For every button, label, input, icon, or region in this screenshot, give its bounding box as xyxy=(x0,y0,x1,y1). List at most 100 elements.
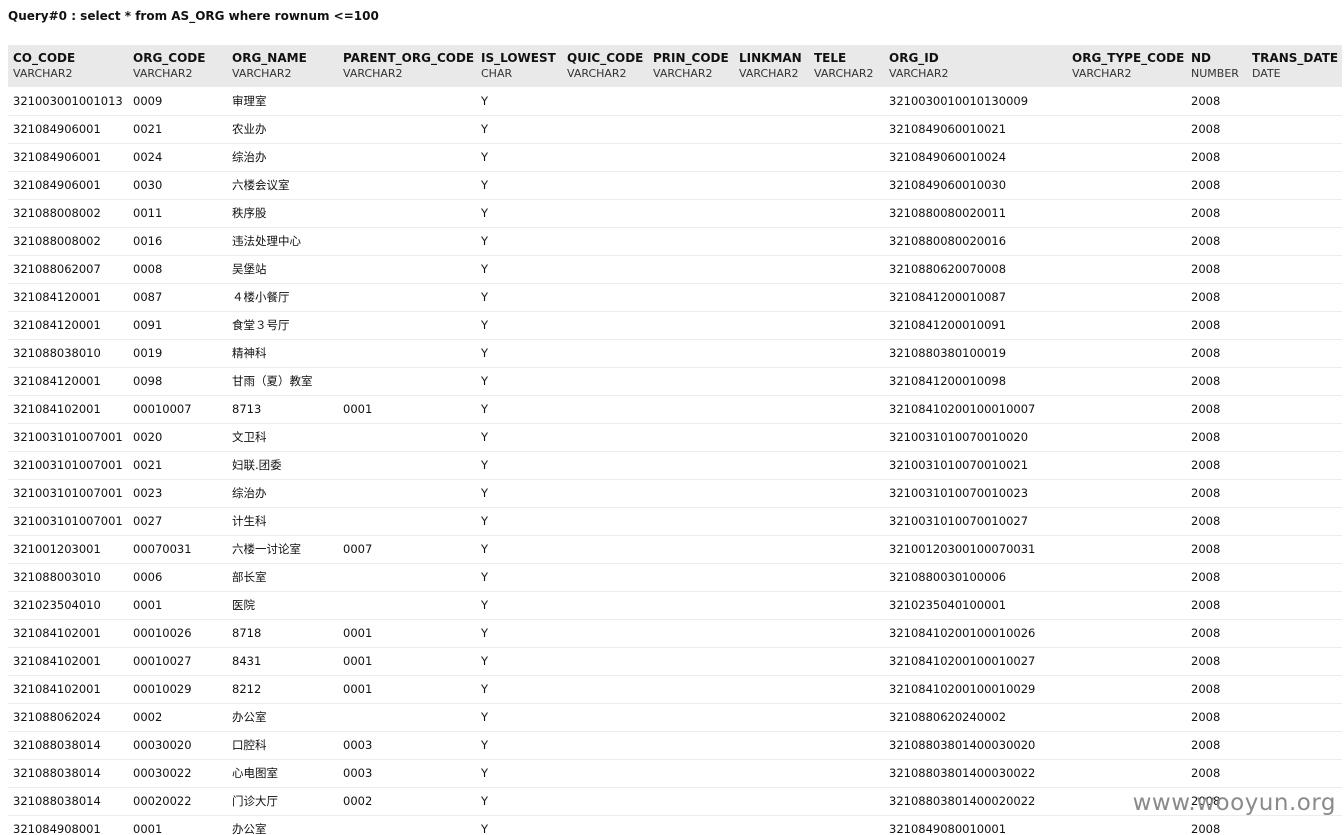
cell-org-id: 3210841200010091 xyxy=(889,318,1007,332)
table-row[interactable]: 321003001001013 0009 审理室 Y 32100300100101300… xyxy=(8,87,1342,115)
table-row[interactable]: 321001203001 00070031 六楼一讨论室 0007 Y 321001203… xyxy=(8,535,1342,563)
cell-nd: 2008 xyxy=(1191,710,1221,724)
cell-trans-date xyxy=(1247,703,1342,731)
cell-co-code: 321088038010 xyxy=(13,346,101,360)
table-body: 321003001001013 0009 审理室 Y 32100300100101300… xyxy=(8,87,1342,835)
cell-quic-code xyxy=(562,759,648,787)
column-header-linkman[interactable]: LINKMAN VARCHAR2 xyxy=(734,45,809,87)
table-row[interactable]: 321088038014 00030020 口腔科 0003 Y 321088038014… xyxy=(8,731,1342,759)
table-row[interactable]: 321003101007001 0027 计生科 Y 32100310100700100… xyxy=(8,507,1342,535)
cell-org-code: 0030 xyxy=(133,178,163,192)
cell-tele xyxy=(809,171,884,199)
cell-tele xyxy=(809,255,884,283)
column-header-org-id[interactable]: ORG_ID VARCHAR2 xyxy=(884,45,1067,87)
column-header-org-name[interactable]: ORG_NAME VARCHAR2 xyxy=(227,45,338,87)
column-header-co-code[interactable]: CO_CODE VARCHAR2 xyxy=(8,45,128,87)
column-type: NUMBER xyxy=(1191,67,1239,80)
cell-is-lowest: Y xyxy=(481,654,489,668)
cell-org-id: 3210880030100006 xyxy=(889,570,1007,584)
cell-quic-code xyxy=(562,227,648,255)
cell-parent-org-code: 0001 xyxy=(343,654,373,668)
cell-prin-code xyxy=(648,143,734,171)
table-row[interactable]: 321088008002 0016 违法处理中心 Y 3210880080020016 2… xyxy=(8,227,1342,255)
column-header-prin-code[interactable]: PRIN_CODE VARCHAR2 xyxy=(648,45,734,87)
table-row[interactable]: 321084102001 00010029 8212 0001 Y 32108410200… xyxy=(8,675,1342,703)
column-name: LINKMAN xyxy=(739,51,802,65)
table-row[interactable]: 321084102001 00010027 8431 0001 Y 32108410200… xyxy=(8,647,1342,675)
cell-org-code: 0087 xyxy=(133,290,163,304)
cell-org-id: 32108410200100010027 xyxy=(889,654,1036,668)
cell-org-name: 食堂３号厅 xyxy=(232,318,290,332)
cell-co-code: 321088038014 xyxy=(13,738,101,752)
cell-co-code: 321088038014 xyxy=(13,766,101,780)
cell-parent-org-code: 0002 xyxy=(343,794,373,808)
table-row[interactable]: 321003101007001 0023 综治办 Y 32100310100700100… xyxy=(8,479,1342,507)
cell-tele xyxy=(809,675,884,703)
cell-linkman xyxy=(734,731,809,759)
cell-org-type-code xyxy=(1067,563,1186,591)
column-header-tele[interactable]: TELE VARCHAR2 xyxy=(809,45,884,87)
table-row[interactable]: 321023504010 0001 医院 Y 3210235040100001 2008 xyxy=(8,591,1342,619)
table-row[interactable]: 321088062024 0002 办公室 Y 3210880620240002 2008 xyxy=(8,703,1342,731)
column-header-quic-code[interactable]: QUIC_CODE VARCHAR2 xyxy=(562,45,648,87)
table-row[interactable]: 321084906001 0021 农业办 Y 3210849060010021 2008 xyxy=(8,115,1342,143)
cell-prin-code xyxy=(648,731,734,759)
cell-org-id: 32108410200100010026 xyxy=(889,626,1036,640)
cell-co-code: 321003101007001 xyxy=(13,430,123,444)
cell-is-lowest: Y xyxy=(481,290,489,304)
cell-org-id: 3210849080010001 xyxy=(889,822,1007,835)
cell-is-lowest: Y xyxy=(481,626,489,640)
table-row[interactable]: 321003101007001 0020 文卫科 Y 32100310100700100… xyxy=(8,423,1342,451)
cell-tele xyxy=(809,115,884,143)
cell-is-lowest: Y xyxy=(481,598,489,612)
cell-is-lowest: Y xyxy=(481,402,489,416)
cell-linkman xyxy=(734,675,809,703)
table-row[interactable]: 321084102001 00010007 8713 0001 Y 32108410200… xyxy=(8,395,1342,423)
table-row[interactable]: 321084102001 00010026 8718 0001 Y 32108410200… xyxy=(8,619,1342,647)
column-header-parent-org-code[interactable]: PARENT_ORG_CODE VARCHAR2 xyxy=(338,45,476,87)
cell-org-name: 妇联.团委 xyxy=(232,458,282,472)
table-row[interactable]: 321084908001 0001 办公室 Y 3210849080010001 2008 xyxy=(8,815,1342,835)
cell-prin-code xyxy=(648,507,734,535)
cell-co-code: 321003101007001 xyxy=(13,486,123,500)
cell-quic-code xyxy=(562,535,648,563)
cell-tele xyxy=(809,143,884,171)
table-row[interactable]: 321088038010 0019 精神科 Y 3210880380100019 2008 xyxy=(8,339,1342,367)
cell-tele xyxy=(809,423,884,451)
cell-org-code: 0091 xyxy=(133,318,163,332)
cell-org-name: 甘雨（夏）教室 xyxy=(232,374,313,388)
table-row[interactable]: 321088008002 0011 秩序股 Y 3210880080020011 2008 xyxy=(8,199,1342,227)
cell-nd: 2008 xyxy=(1191,486,1221,500)
table-row[interactable]: 321084906001 0024 综治办 Y 3210849060010024 2008 xyxy=(8,143,1342,171)
cell-prin-code xyxy=(648,759,734,787)
table-row[interactable]: 321084906001 0030 六楼会议室 Y 3210849060010030 20… xyxy=(8,171,1342,199)
table-row[interactable]: 321003101007001 0021 妇联.团委 Y 321003101007001… xyxy=(8,451,1342,479)
table-row[interactable]: 321084120001 0087 ４楼小餐厅 Y 3210841200010087 20… xyxy=(8,283,1342,311)
table-row[interactable]: 321088038014 00030022 心电图室 0003 Y 32108803801… xyxy=(8,759,1342,787)
table-row[interactable]: 321084120001 0098 甘雨（夏）教室 Y 3210841200010098… xyxy=(8,367,1342,395)
cell-prin-code xyxy=(648,171,734,199)
table-row[interactable]: 321084120001 0091 食堂３号厅 Y 3210841200010091 20… xyxy=(8,311,1342,339)
column-header-org-type-code[interactable]: ORG_TYPE_CODE VARCHAR2 xyxy=(1067,45,1186,87)
cell-prin-code xyxy=(648,423,734,451)
cell-parent-org-code xyxy=(338,283,476,311)
cell-parent-org-code xyxy=(338,115,476,143)
cell-trans-date xyxy=(1247,255,1342,283)
watermark: www.wooyun.org xyxy=(1132,790,1336,816)
cell-org-name: 综治办 xyxy=(232,150,267,164)
column-header-trans-date[interactable]: TRANS_DATE DATE xyxy=(1247,45,1342,87)
column-header-org-code[interactable]: ORG_CODE VARCHAR2 xyxy=(128,45,227,87)
cell-trans-date xyxy=(1247,535,1342,563)
cell-org-id: 32100120300100070031 xyxy=(889,542,1036,556)
cell-org-id: 3210849060010021 xyxy=(889,122,1007,136)
column-header-is-lowest[interactable]: IS_LOWEST CHAR xyxy=(476,45,562,87)
query-title: Query#0 : select * from AS_ORG where row… xyxy=(8,9,379,23)
cell-quic-code xyxy=(562,283,648,311)
table-row[interactable]: 321088003010 0006 部长室 Y 3210880030100006 2008 xyxy=(8,563,1342,591)
column-header-nd[interactable]: ND NUMBER xyxy=(1186,45,1247,87)
cell-tele xyxy=(809,339,884,367)
cell-trans-date xyxy=(1247,423,1342,451)
table-row[interactable]: 321088062007 0008 吴堡站 Y 3210880620070008 2008 xyxy=(8,255,1342,283)
cell-co-code: 321084906001 xyxy=(13,122,101,136)
cell-tele xyxy=(809,815,884,835)
